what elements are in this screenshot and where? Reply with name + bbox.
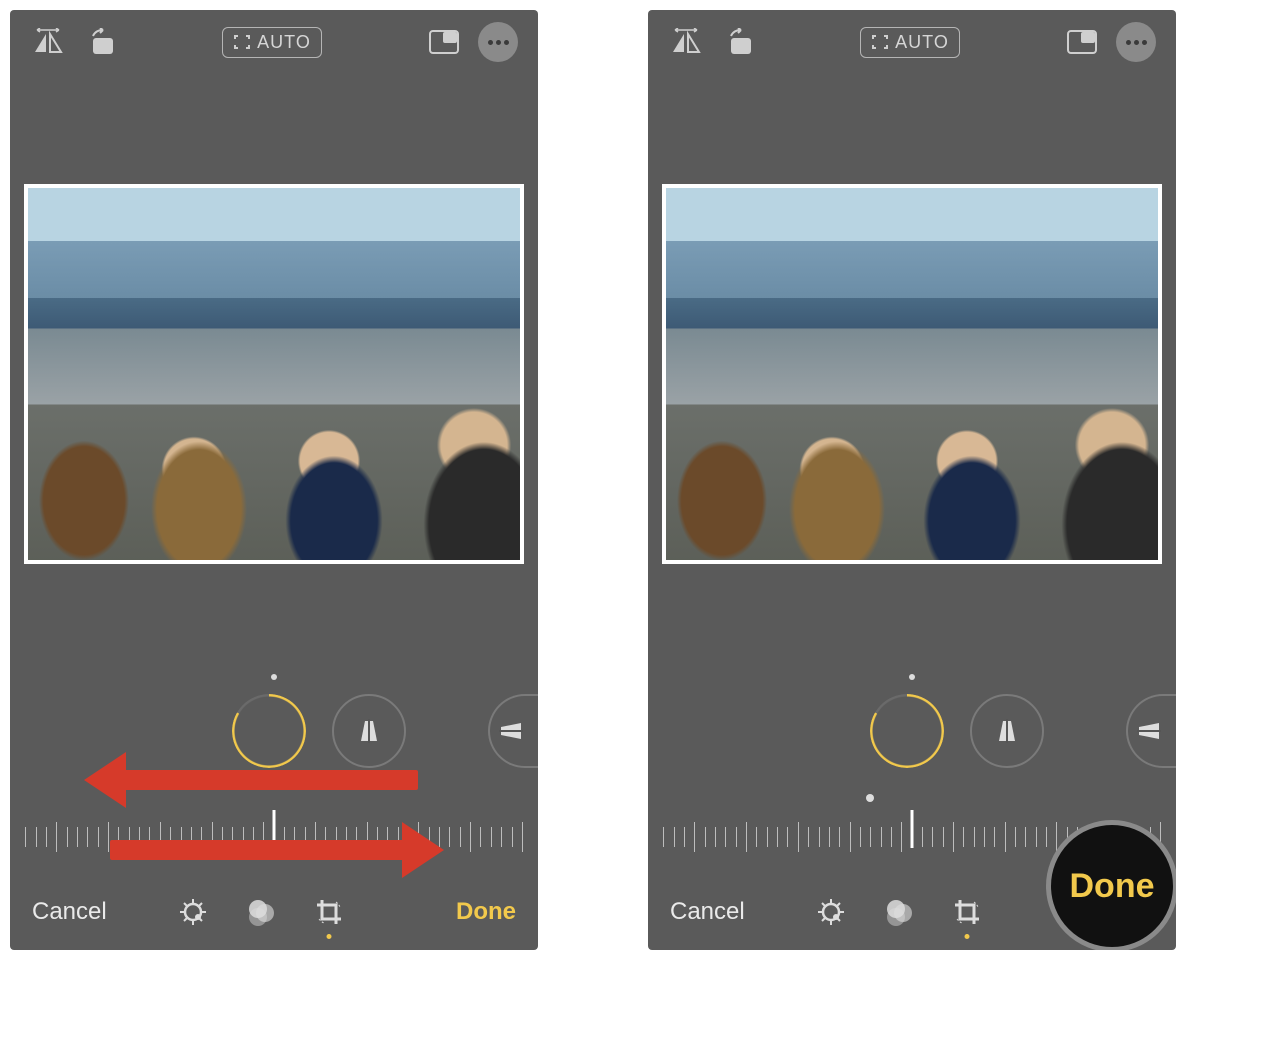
crop-handle-bl[interactable]: [662, 538, 688, 564]
flip-horizontal-icon[interactable]: [668, 24, 704, 60]
crop-tab-icon[interactable]: [312, 895, 346, 929]
crop-handle-tr[interactable]: [1136, 184, 1162, 210]
more-button[interactable]: [478, 22, 518, 62]
adjust-tab-icon[interactable]: [814, 895, 848, 929]
adjust-mode-row: 8: [648, 694, 1176, 774]
crop-handle-tr[interactable]: [498, 184, 524, 210]
filters-tab-icon[interactable]: [244, 895, 278, 929]
ruler-origin-dot: [866, 794, 874, 802]
crop-handle-br[interactable]: [1136, 538, 1162, 564]
ruler-center-marker: [911, 810, 914, 848]
top-toolbar: AUTO: [10, 10, 538, 74]
adjust-tab-icon[interactable]: [176, 895, 210, 929]
filters-tab-icon[interactable]: [882, 895, 916, 929]
rotate-icon[interactable]: [82, 24, 118, 60]
vertical-perspective-dial[interactable]: [970, 694, 1044, 768]
crop-handle-bl[interactable]: [24, 538, 50, 564]
image-crop-frame[interactable]: [24, 184, 524, 564]
horizontal-perspective-dial[interactable]: [488, 694, 538, 768]
photo-placeholder: [662, 184, 1162, 564]
cancel-button[interactable]: Cancel: [32, 898, 107, 926]
crop-handle-tl[interactable]: [24, 184, 50, 210]
horizontal-perspective-dial[interactable]: [1126, 694, 1176, 768]
page-indicator-dot: [909, 674, 915, 680]
auto-label: AUTO: [895, 32, 949, 53]
straighten-value: 8: [873, 697, 941, 765]
auto-label: AUTO: [257, 32, 311, 53]
crop-tab-icon[interactable]: [950, 895, 984, 929]
tutorial-arrow-left: [120, 770, 418, 790]
done-highlight-label: Done: [1070, 867, 1155, 906]
straighten-value: 8: [235, 697, 303, 765]
cancel-button[interactable]: Cancel: [670, 898, 745, 926]
photo-placeholder: [24, 184, 524, 564]
tutorial-arrow-right: [110, 840, 408, 860]
page-indicator-dot: [271, 674, 277, 680]
tutorial-done-highlight: Done: [1046, 820, 1176, 950]
crop-handle-br[interactable]: [498, 538, 524, 564]
image-crop-frame[interactable]: [662, 184, 1162, 564]
more-button[interactable]: [1116, 22, 1156, 62]
bottom-toolbar: Cancel Done: [10, 874, 538, 950]
vertical-perspective-dial[interactable]: [332, 694, 406, 768]
done-button[interactable]: Done: [456, 898, 516, 926]
straighten-dial[interactable]: 8: [232, 694, 306, 768]
straighten-dial[interactable]: 8: [870, 694, 944, 768]
auto-button[interactable]: AUTO: [222, 27, 322, 58]
crop-canvas: [10, 74, 538, 564]
rotate-icon[interactable]: [720, 24, 756, 60]
phone-left: AUTO 8: [10, 10, 538, 950]
crop-handle-tl[interactable]: [662, 184, 688, 210]
edit-mode-tabs: [176, 895, 346, 929]
flip-horizontal-icon[interactable]: [30, 24, 66, 60]
crop-canvas: [648, 74, 1176, 564]
top-toolbar: AUTO: [648, 10, 1176, 74]
aspect-ratio-icon[interactable]: [426, 24, 462, 60]
phone-right: AUTO 8: [648, 10, 1176, 950]
auto-button[interactable]: AUTO: [860, 27, 960, 58]
aspect-ratio-icon[interactable]: [1064, 24, 1100, 60]
edit-mode-tabs: [814, 895, 984, 929]
